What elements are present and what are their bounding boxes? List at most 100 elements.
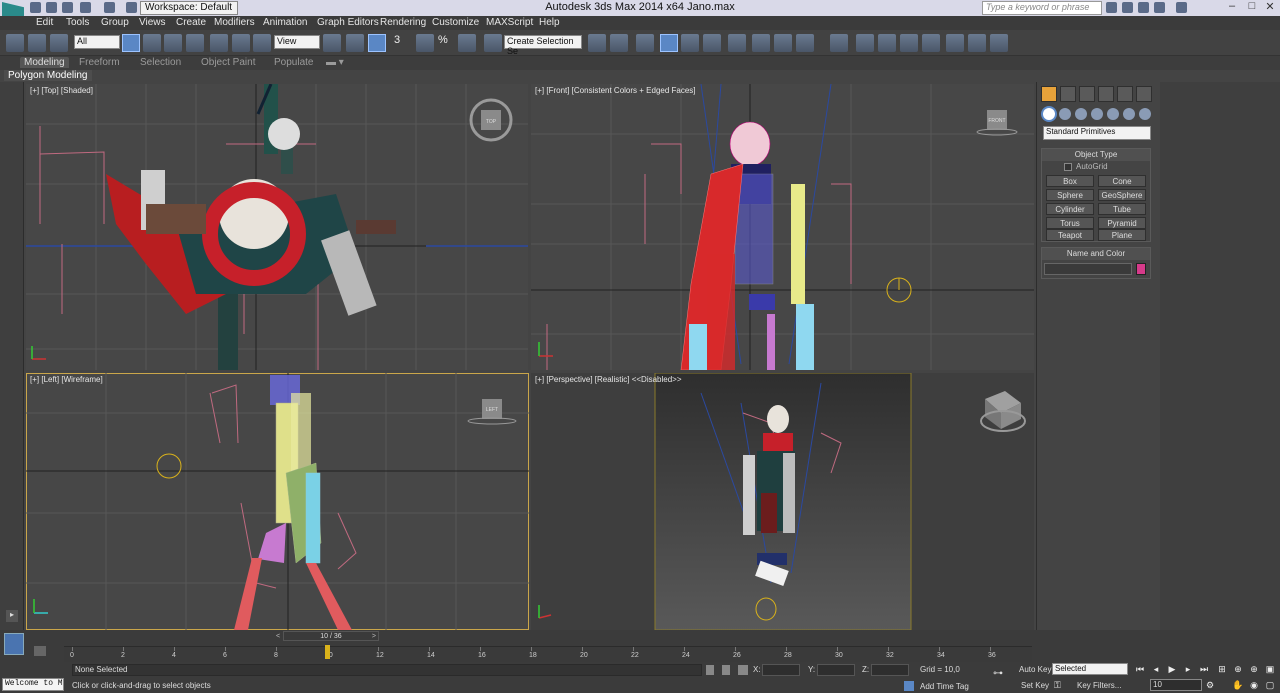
utilities-tab-icon[interactable] <box>1136 86 1152 102</box>
bind-space-warp-icon[interactable] <box>50 34 68 52</box>
orbit-icon[interactable]: ◉ <box>1248 679 1260 691</box>
graphite-toolset-icon[interactable] <box>660 34 678 52</box>
torus-button[interactable]: Torus <box>1046 217 1094 229</box>
schematic-view-icon[interactable] <box>703 34 721 52</box>
select-by-name-icon[interactable] <box>143 34 161 52</box>
y-coordinate-field[interactable] <box>817 664 855 676</box>
binoculars-icon[interactable] <box>1106 2 1117 13</box>
mini-curve-editor-icon[interactable] <box>34 646 46 656</box>
menu-animation[interactable]: Animation <box>263 17 307 28</box>
zoom-icon[interactable]: ⊕ <box>1232 663 1244 675</box>
rectangular-selection-icon[interactable] <box>164 34 182 52</box>
viewport-layout-icon[interactable] <box>4 633 24 655</box>
menu-group[interactable]: Group <box>101 17 129 28</box>
minimize-button[interactable]: – <box>1222 0 1242 16</box>
menu-create[interactable]: Create <box>176 17 206 28</box>
category-dropdown[interactable]: Standard Primitives <box>1043 126 1151 140</box>
material-editor-icon[interactable] <box>728 34 746 52</box>
percent-snap-icon[interactable]: % <box>438 34 456 52</box>
time-tag-icon[interactable] <box>904 681 914 691</box>
zoom-all-icon[interactable]: ⊕ <box>1248 663 1260 675</box>
search-input[interactable]: Type a keyword or phrase <box>982 1 1102 15</box>
subscription-icon[interactable] <box>1122 2 1133 13</box>
polygon-modeling-panel[interactable]: Polygon Modeling <box>4 70 92 81</box>
help-icon[interactable] <box>1176 2 1187 13</box>
lights-icon[interactable] <box>1075 108 1087 120</box>
helpers-icon[interactable] <box>1107 108 1119 120</box>
particles-icon[interactable] <box>922 34 940 52</box>
snaps-toggle-icon[interactable]: 3 <box>394 34 412 52</box>
set-key-icon[interactable]: ⊶ <box>993 668 1011 679</box>
ribbon-options-icon[interactable]: ▬ ▾ <box>326 57 344 68</box>
key-filters-button[interactable]: Key Filters... <box>1077 681 1121 690</box>
reference-coordinate-dropdown[interactable]: View <box>274 35 320 49</box>
selection-lock-icon[interactable] <box>722 665 730 675</box>
window-crossing-icon[interactable] <box>186 34 204 52</box>
tube-button[interactable]: Tube <box>1098 203 1146 215</box>
key-mode-toggle-icon[interactable]: ⊞ <box>1216 663 1228 675</box>
mirror-icon[interactable] <box>588 34 606 52</box>
maxscript-listener-input[interactable]: Welcome to M <box>2 678 64 691</box>
populate-icon[interactable] <box>830 34 848 52</box>
box-button[interactable]: Box <box>1046 175 1094 187</box>
time-slider[interactable]: < 10 / 36 > <box>276 631 379 641</box>
rotate-icon[interactable] <box>232 34 250 52</box>
viewport-front[interactable]: FRONT [+] [Front] [Consistent Colors + E… <box>531 84 1034 370</box>
tab-object-paint[interactable]: Object Paint <box>201 57 255 68</box>
maximize-button[interactable]: □ <box>1242 0 1262 16</box>
absolute-mode-icon[interactable] <box>738 665 748 675</box>
motion-tab-icon[interactable] <box>1098 86 1114 102</box>
next-frame-icon[interactable]: ▸ <box>1182 663 1194 675</box>
systems-icon[interactable] <box>1139 108 1151 120</box>
create-tab-icon[interactable] <box>1041 86 1057 102</box>
display-tab-icon[interactable] <box>1117 86 1133 102</box>
play-icon[interactable]: ▶ <box>1166 663 1178 675</box>
viewport-left[interactable]: LEFT [+] [Left] [Wireframe] <box>26 373 529 630</box>
spinner-snap-icon[interactable] <box>458 34 476 52</box>
move-icon[interactable] <box>210 34 228 52</box>
zoom-extents-icon[interactable]: ▣ <box>1264 663 1276 675</box>
scale-icon[interactable] <box>253 34 271 52</box>
set-key-button[interactable]: Set Key <box>1021 681 1049 690</box>
named-selection-dropdown[interactable]: Create Selection Se <box>504 35 582 56</box>
current-frame-field[interactable]: 10 <box>1150 679 1202 691</box>
rendered-frame-window-icon[interactable] <box>774 34 792 52</box>
expand-ribbon-icon[interactable]: ▸ <box>6 610 18 622</box>
keyboard-shortcut-override-icon[interactable] <box>368 34 386 52</box>
key-icon[interactable]: ⚿ <box>1054 680 1066 690</box>
maximize-viewport-icon[interactable]: ▢ <box>1264 679 1276 691</box>
tab-selection[interactable]: Selection <box>140 57 181 68</box>
name-color-title[interactable]: Name and Color <box>1042 248 1150 260</box>
viewport-front-label[interactable]: [+] [Front] [Consistent Colors + Edged F… <box>535 86 696 95</box>
menu-views[interactable]: Views <box>139 17 166 28</box>
geosphere-button[interactable]: GeoSphere <box>1098 189 1146 201</box>
pan-icon[interactable]: ✋ <box>1232 679 1244 691</box>
object-name-input[interactable] <box>1044 263 1132 275</box>
render-production-icon[interactable] <box>796 34 814 52</box>
playblast-icon[interactable] <box>968 34 986 52</box>
menu-maxscript[interactable]: MAXScript <box>486 17 533 28</box>
go-to-end-icon[interactable]: ⏭ <box>1198 663 1210 675</box>
menu-rendering[interactable]: Rendering <box>380 17 426 28</box>
curve-editor-icon[interactable] <box>681 34 699 52</box>
current-frame-marker[interactable] <box>325 645 330 659</box>
unlink-selection-icon[interactable] <box>28 34 46 52</box>
autogrid-checkbox[interactable] <box>1064 163 1072 171</box>
isolate-icon[interactable] <box>706 665 714 675</box>
viewport-top[interactable]: TOP [+] [Top] [Shaded] <box>26 84 528 370</box>
sphere-button[interactable]: Sphere <box>1046 189 1094 201</box>
viewport-top-label[interactable]: [+] [Top] [Shaded] <box>30 86 93 95</box>
pyramid-button[interactable]: Pyramid <box>1098 217 1146 229</box>
communication-icon[interactable] <box>1138 2 1149 13</box>
next-frame-arrow-icon[interactable]: > <box>372 632 376 641</box>
tab-freeform[interactable]: Freeform <box>79 57 120 68</box>
time-configuration-icon[interactable]: ⚙ <box>1204 679 1216 691</box>
menu-edit[interactable]: Edit <box>36 17 53 28</box>
favorites-star-icon[interactable] <box>1154 2 1165 13</box>
sphere-tool-icon[interactable] <box>856 34 874 52</box>
snapshot-icon[interactable] <box>946 34 964 52</box>
add-time-tag-button[interactable]: Add Time Tag <box>920 682 969 691</box>
render-setup-icon[interactable] <box>752 34 770 52</box>
cylinder-button[interactable]: Cylinder <box>1046 203 1094 215</box>
cloth-icon[interactable] <box>878 34 896 52</box>
